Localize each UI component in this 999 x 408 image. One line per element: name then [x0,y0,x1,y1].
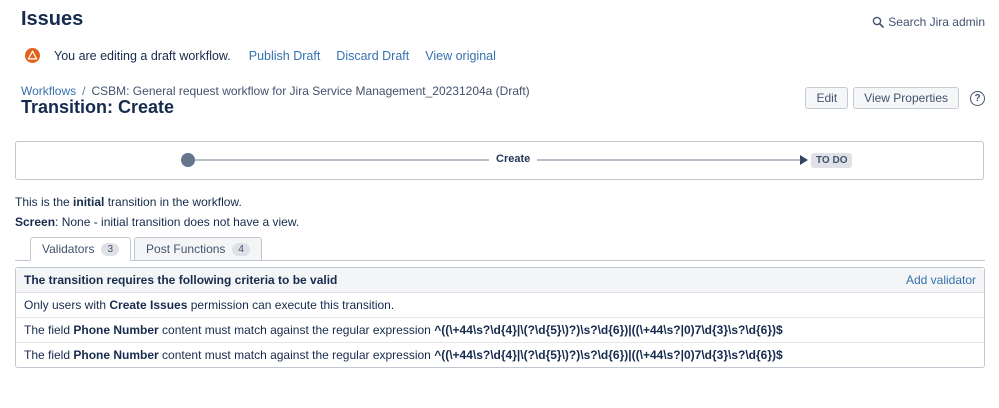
page-title: Issues [21,8,84,30]
tab-label: Validators [42,242,95,256]
publish-draft-link[interactable]: Publish Draft [249,49,321,63]
view-properties-button[interactable]: View Properties [853,87,959,109]
validators-table-header: The transition requires the following cr… [16,268,984,293]
row-text: content must match against the regular e… [158,348,435,362]
search-admin-button[interactable]: Search Jira admin [872,15,985,29]
help-icon[interactable]: ? [970,90,985,106]
row-bold: Phone Number [73,348,159,362]
tab-post-functions[interactable]: Post Functions 4 [134,237,262,261]
view-original-link[interactable]: View original [425,49,496,63]
validator-row: Only users with Create Issues permission… [16,293,984,318]
search-icon [872,16,885,28]
transition-label: Create [489,153,538,165]
validators-table: The transition requires the following cr… [15,267,985,368]
validator-row: The field Phone Number content must matc… [16,318,984,343]
initial-transition-note: This is the initial transition in the wo… [15,195,242,209]
note-text: transition in the workflow. [104,195,242,209]
initial-node-icon [181,153,195,167]
draft-banner: You are editing a draft workflow. Publis… [25,48,512,63]
tab-bar: Validators 3 Post Functions 4 [15,237,985,261]
tab-count-badge: 4 [232,242,250,256]
row-text: The field [24,323,74,337]
note-bold: Screen [15,215,56,229]
validator-row: The field Phone Number content must matc… [16,343,984,367]
screen-note: Screen: None - initial transition does n… [15,215,299,229]
search-label: Search Jira admin [888,15,985,29]
breadcrumb: Workflows / CSBM: General request workflow… [21,84,530,98]
edit-button[interactable]: Edit [805,87,849,109]
breadcrumb-workflows-link[interactable]: Workflows [21,84,76,98]
draft-banner-message: You are editing a draft workflow. [54,48,231,63]
row-text: Only users with [24,298,110,312]
row-regex: ^((\+44\s?\d{4}|\(?\d{5}\)?)\s?\d{6})|((… [434,348,783,362]
transition-arrow-icon [800,155,808,165]
tab-label: Post Functions [146,242,226,256]
tab-validators[interactable]: Validators 3 [30,237,132,261]
warning-icon [25,48,40,63]
tab-count-badge: 3 [101,242,120,256]
validators-header-text: The transition requires the following cr… [24,273,338,287]
transition-title: Transition: Create [21,97,175,117]
status-lozenge-todo: TO DO [811,153,853,168]
add-validator-link[interactable]: Add validator [906,273,976,287]
breadcrumb-separator: / [82,84,86,98]
row-regex: ^((\+44\s?\d{4}|\(?\d{5}\)?)\s?\d{6})|((… [434,323,783,337]
row-bold: Phone Number [73,323,159,337]
row-text: content must match against the regular e… [158,323,435,337]
breadcrumb-current: CSBM: General request workflow for Jira … [91,84,530,98]
note-text: This is the [15,195,74,209]
workflow-diagram: Create TO DO [15,141,984,180]
page-actions: Edit View Properties ? [805,87,985,109]
row-text: The field [24,348,74,362]
row-bold: Create Issues [109,298,188,312]
row-text: permission can execute this transition. [187,298,395,312]
discard-draft-link[interactable]: Discard Draft [336,49,409,63]
note-bold: initial [73,195,105,209]
note-text: : None - initial transition does not hav… [55,215,300,229]
